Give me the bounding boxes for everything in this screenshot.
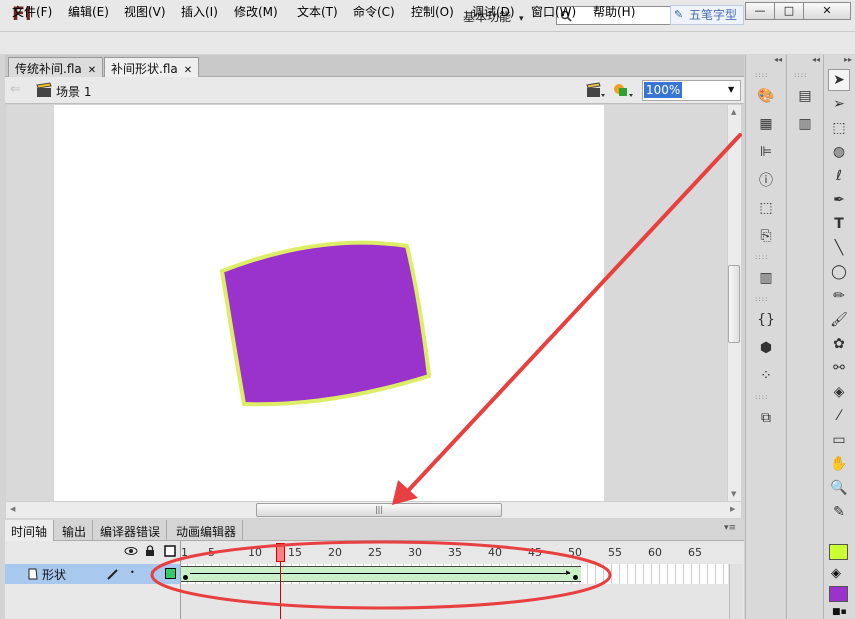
fill-color-swatch[interactable] — [829, 586, 848, 602]
collapse-icon[interactable]: ◂◂ — [787, 55, 823, 67]
keyframe-end[interactable] — [573, 575, 578, 580]
outline-icon[interactable] — [164, 545, 176, 557]
drag-grip[interactable]: :::: — [755, 71, 776, 79]
layer-divider[interactable] — [180, 541, 181, 619]
swatches-icon[interactable]: ▦ — [755, 113, 777, 135]
frame-number: 30 — [408, 546, 422, 559]
frame-number: 5 — [208, 546, 215, 559]
horizontal-scroll-thumb[interactable]: ||| — [256, 503, 502, 517]
deco-tool-icon[interactable]: ✿ — [828, 333, 850, 355]
collapse-icon[interactable]: ◂◂ — [746, 55, 785, 67]
stroke-color-icon[interactable]: ✎ — [828, 501, 850, 523]
info-icon[interactable]: ⓘ — [755, 169, 777, 191]
frame-number: 55 — [608, 546, 622, 559]
pencil-tool-icon[interactable]: ✏ — [828, 285, 850, 307]
purple-shape — [220, 240, 431, 407]
frame-number: 45 — [528, 546, 542, 559]
brush-tool-icon[interactable]: 🖌 — [828, 309, 850, 331]
components-icon[interactable]: ⬢ — [755, 337, 777, 359]
swap-colors-icon[interactable]: ■▪ — [832, 607, 847, 617]
motion-presets-icon[interactable]: ⁘ — [755, 365, 777, 387]
panel-dock-2: ◂◂ :::: ▤ ▥ — [786, 55, 823, 619]
frame-number: 35 — [448, 546, 462, 559]
selection-tool-icon[interactable]: ➤ — [828, 69, 850, 91]
lasso-tool-icon[interactable]: ℓ — [828, 165, 850, 187]
scene-panel-icon[interactable]: ⧉ — [755, 407, 777, 429]
paint-bucket-tool-icon[interactable]: ◈ — [828, 381, 850, 403]
history-icon[interactable]: ⎘ — [755, 225, 777, 247]
lock-icon[interactable] — [145, 545, 155, 557]
layer-list-empty — [5, 584, 180, 619]
lock-dot[interactable]: • — [150, 568, 155, 577]
frame-number: 10 — [248, 546, 262, 559]
layer-icon — [28, 568, 38, 580]
timeline-vertical-scrollbar[interactable] — [729, 564, 742, 619]
tools-panel: ▸▸ ➤ ➢ ⬚ ◍ ℓ ✒ T ╲ ◯ ✏ 🖌 ✿ ⚯ ◈ ⁄ ▭ ✋ 🔍 ✎ — [823, 55, 855, 619]
tab-motion-editor[interactable]: 动画编辑器 — [170, 520, 244, 541]
playhead[interactable] — [276, 543, 285, 562]
layer-color-swatch[interactable] — [165, 568, 176, 579]
eraser-tool-icon[interactable]: ▭ — [828, 429, 850, 451]
line-tool-icon[interactable]: ╲ — [828, 237, 850, 259]
text-tool-icon[interactable]: T — [828, 213, 850, 235]
zoom-tool-icon[interactable]: 🔍 — [828, 477, 850, 499]
playhead-line — [280, 562, 281, 619]
tab-compiler-errors[interactable]: 编译器错误 — [94, 520, 168, 541]
layer-name[interactable]: 形状 — [42, 566, 66, 583]
scroll-up-icon[interactable]: ▲ — [731, 108, 736, 116]
frame-number: 15 — [288, 546, 302, 559]
frame-number: 40 — [488, 546, 502, 559]
pencil-icon[interactable] — [106, 568, 119, 580]
eyedropper-tool-icon[interactable]: ⁄ — [828, 405, 850, 427]
properties-icon[interactable]: ▤ — [794, 85, 816, 107]
frame-number: 1 — [181, 546, 188, 559]
frame-number: 50 — [568, 546, 582, 559]
drag-grip[interactable]: :::: — [794, 71, 816, 79]
free-transform-tool-icon[interactable]: ⬚ — [828, 117, 850, 139]
oval-tool-icon[interactable]: ◯ — [828, 261, 850, 283]
frame-number: 20 — [328, 546, 342, 559]
align-icon[interactable]: ⊫ — [755, 141, 777, 163]
frame-number: 25 — [368, 546, 382, 559]
frame-number: 60 — [648, 546, 662, 559]
stroke-color-swatch[interactable] — [829, 544, 848, 560]
drag-grip[interactable]: :::: — [755, 295, 776, 303]
tab-timeline[interactable]: 时间轴 — [5, 520, 55, 541]
bone-tool-icon[interactable]: ⚯ — [828, 357, 850, 379]
scroll-right-icon[interactable]: ▶ — [730, 505, 735, 513]
panel-dock-1: ◂◂ :::: 🎨 ▦ ⊫ ⓘ ⬚ ⎘ :::: ▥ :::: {} ⬢ ⁘ :… — [745, 55, 785, 619]
pen-tool-icon[interactable]: ✒ — [828, 189, 850, 211]
frame-number: 65 — [688, 546, 702, 559]
eye-icon[interactable] — [124, 546, 138, 556]
library-icon[interactable]: ▥ — [755, 267, 777, 289]
drag-grip[interactable]: :::: — [755, 393, 776, 401]
3d-rotation-tool-icon[interactable]: ◍ — [828, 141, 850, 163]
collapse-icon[interactable]: ▸▸ — [824, 55, 855, 67]
library-icon[interactable]: ▥ — [794, 113, 816, 135]
fill-color-icon[interactable]: ◈ — [831, 566, 841, 581]
visible-dot[interactable]: • — [130, 568, 135, 577]
subselection-tool-icon[interactable]: ➢ — [828, 93, 850, 115]
panel-menu-icon[interactable]: ▾≡ — [724, 523, 736, 533]
tween-arrow — [190, 573, 570, 575]
code-snippets-icon[interactable]: {} — [755, 309, 777, 331]
tween-arrowhead: ▸ — [566, 568, 571, 578]
scroll-down-icon[interactable]: ▼ — [731, 490, 736, 498]
tab-output[interactable]: 输出 — [56, 520, 94, 541]
color-palette-icon[interactable]: 🎨 — [755, 85, 777, 107]
hand-tool-icon[interactable]: ✋ — [828, 453, 850, 475]
drag-grip[interactable]: :::: — [755, 253, 776, 261]
scroll-left-icon[interactable]: ◀ — [10, 505, 15, 513]
vertical-scroll-thumb[interactable] — [728, 265, 740, 343]
keyframe-start[interactable] — [183, 575, 188, 580]
transform-icon[interactable]: ⬚ — [755, 197, 777, 219]
